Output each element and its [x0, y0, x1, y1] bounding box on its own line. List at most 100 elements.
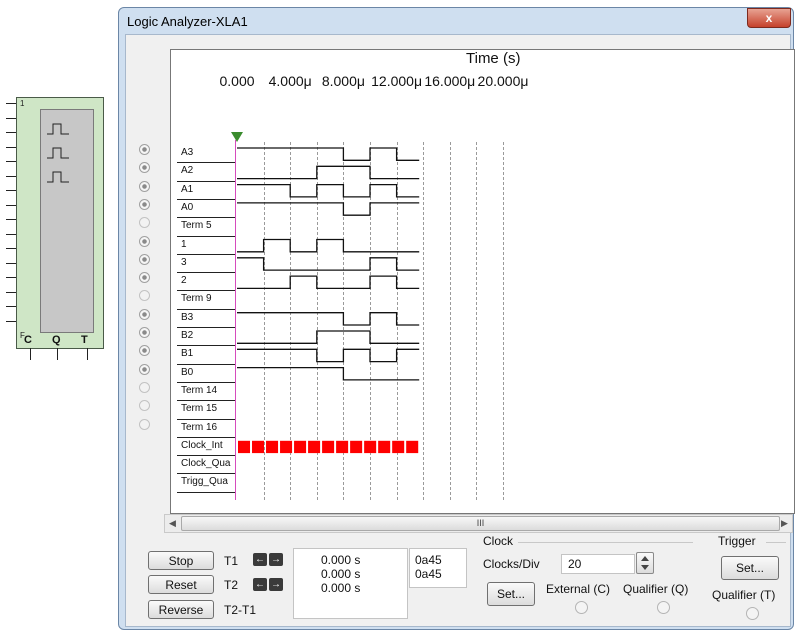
t2-hex-value: 0a45: [415, 567, 442, 581]
t2-right-arrow-icon[interactable]: →: [269, 578, 283, 591]
pulse-icon: [47, 123, 69, 135]
signal-trace: [237, 275, 420, 290]
channel-radio[interactable]: [139, 180, 150, 192]
t2-left-arrow-icon[interactable]: ←: [253, 578, 267, 591]
trigger-qualifier-radio[interactable]: [746, 607, 759, 620]
xla-schematic-symbol[interactable]: 1 F C Q T: [6, 97, 106, 392]
symbol-input-pin[interactable]: [6, 277, 16, 278]
terminal-q-pin[interactable]: [57, 348, 58, 360]
channel-radio[interactable]: [139, 144, 150, 155]
clock-cell: [252, 440, 265, 454]
channel-radio[interactable]: [139, 162, 150, 174]
symbol-input-pin[interactable]: [6, 262, 16, 264]
t2-t1-time-value: 0.000 s: [321, 581, 361, 595]
clock-cell: [350, 440, 363, 454]
t1-left-arrow-icon[interactable]: ←: [253, 553, 267, 566]
external-clock-radio[interactable]: [575, 601, 588, 614]
clocks-per-div-input[interactable]: 20: [561, 554, 635, 574]
symbol-input-pin[interactable]: [6, 204, 16, 206]
symbol-input-pin[interactable]: [6, 161, 16, 162]
channel-radio[interactable]: [139, 381, 150, 393]
clock-cell: [280, 440, 293, 454]
symbol-input-pin[interactable]: [6, 233, 16, 235]
trigger-set-button[interactable]: Set...: [721, 556, 779, 580]
spinner-arrows-icon: [641, 556, 649, 570]
waveform-display[interactable]: Time (s) 0.000 4.000μ 8.000μ 12.000μ 16.000μ…: [170, 49, 795, 514]
clock-cell: [392, 440, 405, 454]
symbol-input-pin[interactable]: [6, 219, 16, 220]
clock-cell: [322, 440, 335, 454]
close-button[interactable]: x: [747, 8, 791, 28]
reverse-button[interactable]: Reverse: [148, 600, 214, 619]
clock-cell: [294, 440, 307, 454]
channel-radio[interactable]: [139, 253, 150, 265]
clock-cell: [406, 440, 419, 454]
trigger-marker-icon[interactable]: [231, 132, 243, 142]
clock-set-button[interactable]: Set...: [487, 582, 535, 606]
clock-cell: [266, 440, 279, 454]
clocks-per-div-spinner[interactable]: [636, 552, 654, 574]
channel-radio[interactable]: [139, 400, 150, 412]
channel-radio[interactable]: [139, 327, 150, 338]
signal-trace: [237, 202, 420, 216]
clock-cell: [238, 440, 251, 454]
window-client-area: Time (s) 0.000 4.000μ 8.000μ 12.000μ 16.000μ…: [125, 34, 795, 627]
signal-trace: [237, 183, 420, 198]
t1-time-value: 0.000 s: [321, 553, 361, 567]
clock-qualifier-label: Qualifier (Q): [623, 582, 689, 596]
t2-label: T2: [224, 578, 239, 592]
signal-trace: [237, 238, 420, 253]
channel-radio[interactable]: [139, 345, 150, 357]
t1-right-arrow-icon[interactable]: →: [269, 553, 283, 566]
close-icon: x: [765, 11, 773, 25]
terminal-c-label: C: [24, 334, 32, 346]
channel-radio[interactable]: [139, 272, 150, 284]
horizontal-scrollbar[interactable]: ◀ III ▶: [164, 514, 793, 533]
channel-radio[interactable]: [139, 198, 150, 210]
signal-trace: [237, 348, 420, 363]
channel-radio[interactable]: [139, 235, 150, 247]
channel-radio[interactable]: [139, 290, 150, 302]
symbol-input-pin[interactable]: [6, 190, 16, 191]
terminal-c-pin[interactable]: [30, 348, 31, 360]
clock-group-divider: [518, 542, 693, 543]
signal-trace: [237, 366, 420, 381]
symbol-input-pin[interactable]: [6, 132, 16, 133]
symbol-input-pin[interactable]: [6, 117, 16, 119]
scroll-right-arrow-icon[interactable]: ▶: [777, 515, 792, 532]
external-clock-label: External (C): [546, 582, 611, 596]
channel-radio[interactable]: [139, 418, 150, 430]
scroll-left-arrow-icon[interactable]: ◀: [165, 515, 180, 532]
channel-radio[interactable]: [139, 217, 150, 229]
t1-hex-value: 0a45: [415, 553, 442, 567]
logic-analyzer-window: Logic Analyzer-XLA1 x Time (s) 0.000 4.00…: [118, 7, 795, 630]
trigger-qualifier-label: Qualifier (T): [712, 588, 776, 602]
channel-radio[interactable]: [139, 363, 150, 375]
symbol-input-pin[interactable]: [6, 320, 16, 322]
t1-label: T1: [224, 554, 239, 568]
pulse-icon: [47, 147, 69, 159]
t2-t1-label: T2-T1: [224, 603, 257, 617]
clock-cell: [378, 440, 391, 454]
window-title: Logic Analyzer-XLA1: [127, 14, 248, 29]
stop-button[interactable]: Stop: [148, 551, 214, 570]
terminal-t-label: T: [81, 334, 88, 346]
symbol-input-pin[interactable]: [6, 291, 16, 293]
clock-cell: [308, 440, 321, 454]
signal-trace: [237, 165, 420, 180]
terminal-t-pin[interactable]: [87, 348, 88, 360]
clocks-per-div-label: Clocks/Div: [483, 557, 540, 571]
symbol-input-pin[interactable]: [6, 248, 16, 249]
clock-qualifier-radio[interactable]: [657, 601, 670, 614]
symbol-input-pin[interactable]: [6, 306, 16, 307]
signal-trace: [237, 147, 420, 161]
trigger-group-divider: [766, 542, 786, 543]
clock-cell: [336, 440, 349, 454]
channel-radio[interactable]: [139, 308, 150, 320]
signal-trace: [237, 312, 420, 326]
scroll-thumb[interactable]: III: [181, 516, 780, 531]
reset-button[interactable]: Reset: [148, 575, 214, 594]
symbol-input-pin[interactable]: [6, 175, 16, 177]
symbol-input-pin[interactable]: [6, 103, 16, 104]
symbol-input-pin[interactable]: [6, 146, 16, 148]
